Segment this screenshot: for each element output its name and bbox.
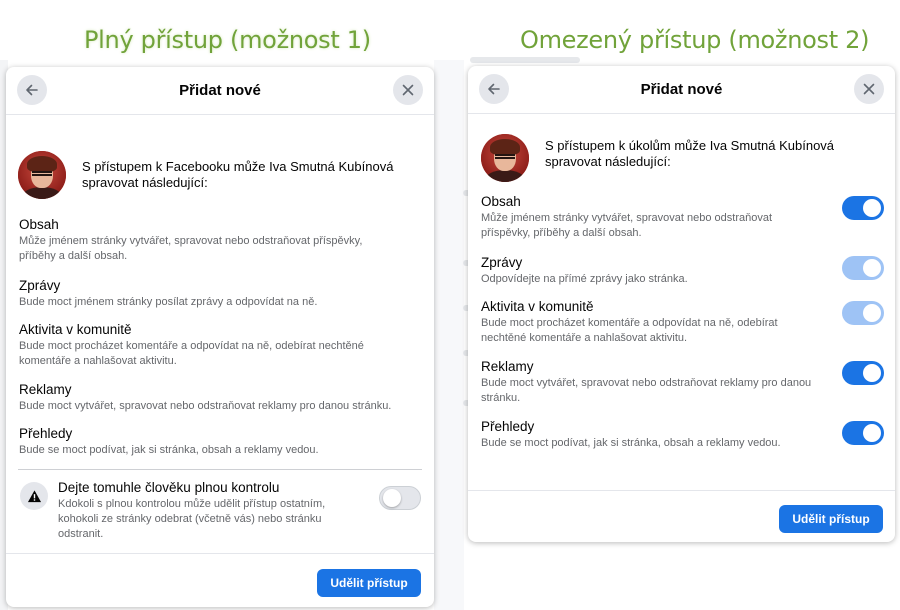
limited-access-dialog: Přidat nové S přístupem k úkolům může Iv…: [468, 66, 895, 542]
permission-description: Bude moct jménem stránky posílat zprávy …: [19, 296, 318, 308]
permission-content: Obsah Může jménem stránky vytvářet, spra…: [481, 194, 811, 241]
full-control-option: Dejte tomuhle člověku plnou kontrolu Kdo…: [20, 480, 348, 542]
permission-title: Aktivita v komunitě: [19, 322, 132, 337]
permission-title: Aktivita v komunitě: [481, 299, 594, 314]
permission-community-activity: Aktivita v komunitě Bude moct procházet …: [19, 322, 389, 369]
messages-toggle: [842, 256, 884, 280]
avatar: [481, 134, 529, 182]
permission-content: Obsah Může jménem stránky vytvářet, spra…: [19, 217, 399, 264]
background-page: [434, 60, 464, 610]
insights-toggle[interactable]: [842, 421, 884, 445]
full-control-title: Dejte tomuhle člověku plnou kontrolu: [58, 480, 280, 495]
content-toggle[interactable]: [842, 196, 884, 220]
close-icon: [402, 84, 414, 96]
dialog-header: Přidat nové: [468, 66, 895, 114]
permission-insights: Přehledy Bude se moct podívat, jak si st…: [481, 419, 826, 451]
grant-access-button[interactable]: Udělit přístup: [779, 505, 883, 533]
intro-text: S přístupem k úkolům může Iva Smutná Kub…: [545, 138, 835, 169]
grant-access-button[interactable]: Udělit přístup: [317, 569, 421, 597]
footer-divider: [6, 553, 434, 554]
permission-description: Odpovídejte na přímé zprávy jako stránka…: [481, 273, 688, 285]
limited-access-caption: Omezený přístup (možnost 2): [520, 26, 870, 54]
person-intro: S přístupem k úkolům může Iva Smutná Kub…: [481, 134, 865, 182]
permission-ads: Reklamy Bude moct vytvářet, spravovat ne…: [481, 359, 841, 406]
intro-text: S přístupem k Facebooku může Iva Smutná …: [82, 159, 394, 190]
permission-description: Může jménem stránky vytvářet, spravovat …: [481, 212, 773, 239]
permission-title: Zprávy: [481, 255, 523, 270]
permission-description: Může jménem stránky vytvářet, spravovat …: [19, 235, 363, 262]
permission-insights: Přehledy Bude se moct podívat, jak si st…: [19, 426, 419, 458]
permission-title: Obsah: [19, 217, 59, 232]
permission-ads: Reklamy Bude moct vytvářet, spravovat ne…: [19, 382, 424, 414]
community-activity-toggle: [842, 301, 884, 325]
permission-title: Zprávy: [19, 278, 61, 293]
permission-description: Bude se moct podívat, jak si stránka, ob…: [19, 444, 319, 456]
dialog-title: Přidat nové: [179, 82, 261, 99]
full-access-caption: Plný přístup (možnost 1): [84, 26, 371, 54]
permission-messages: Zprávy Odpovídejte na přímé zprávy jako …: [481, 255, 811, 287]
warning-triangle-icon: [20, 482, 48, 510]
background-text: [470, 57, 580, 63]
permission-description: Bude moct procházet komentáře a odpovída…: [19, 340, 364, 367]
permission-title: Přehledy: [19, 426, 73, 441]
full-control-text: Dejte tomuhle člověku plnou kontrolu Kdo…: [58, 480, 348, 542]
full-access-dialog: Přidat nové S přístupem k Facebooku může…: [6, 67, 434, 607]
full-control-toggle[interactable]: [379, 486, 421, 510]
person-intro: S přístupem k Facebooku může Iva Smutná …: [18, 151, 422, 199]
dialog-header: Přidat nové: [6, 67, 434, 115]
full-control-description: Kdokoli s plnou kontrolou může udělit př…: [58, 498, 326, 540]
close-button[interactable]: [854, 74, 884, 104]
close-icon: [863, 83, 875, 95]
permission-title: Obsah: [481, 194, 521, 209]
permission-description: Bude moct vytvářet, spravovat nebo odstr…: [19, 400, 392, 412]
permission-description: Bude moct procházet komentáře a odpovída…: [481, 317, 778, 344]
permission-community-activity: Aktivita v komunitě Bude moct procházet …: [481, 299, 821, 346]
permission-messages: Zprávy Bude moct jménem stránky posílat …: [19, 278, 419, 310]
permission-title: Reklamy: [19, 382, 72, 397]
permission-description: Bude se moct podívat, jak si stránka, ob…: [481, 437, 781, 449]
permission-description: Bude moct vytvářet, spravovat nebo odstr…: [481, 377, 812, 404]
ads-toggle[interactable]: [842, 361, 884, 385]
permission-title: Reklamy: [481, 359, 534, 374]
dialog-title: Přidat nové: [640, 81, 723, 98]
divider: [18, 469, 422, 470]
footer-divider: [468, 490, 895, 491]
avatar: [18, 151, 66, 199]
permission-title: Přehledy: [481, 419, 535, 434]
close-button[interactable]: [393, 75, 423, 105]
